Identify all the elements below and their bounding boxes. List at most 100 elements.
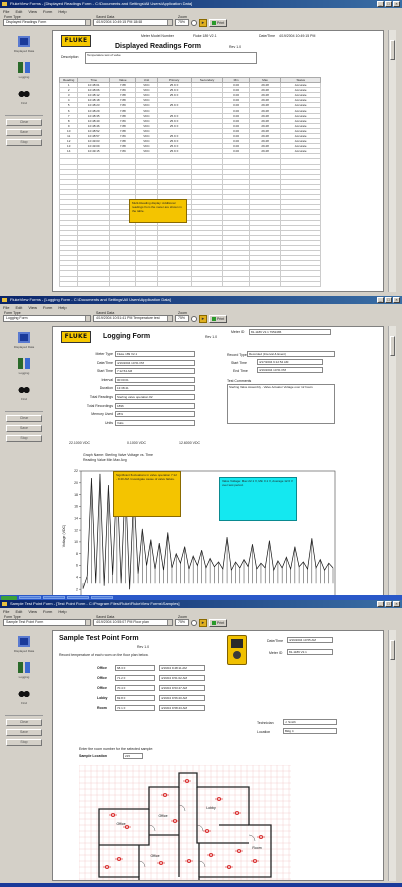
close-button[interactable]: × (393, 601, 400, 607)
close-button[interactable]: × (393, 1, 400, 7)
displayed-data-button[interactable]: Displayed Data (5, 329, 43, 351)
next-record-icon[interactable]: ▸ (199, 314, 207, 323)
print-button[interactable]: Print (209, 314, 228, 323)
record-type-field[interactable]: Recorded (Interval & Event) (247, 351, 335, 357)
logging-button[interactable]: Logging (5, 355, 43, 377)
maximize-button[interactable]: □ (385, 1, 392, 7)
close-button[interactable]: × (393, 297, 400, 303)
print-button[interactable]: Print (209, 618, 228, 627)
minimize-button[interactable]: _ (377, 601, 384, 607)
point-value-field[interactable]: 68.3 F (115, 665, 155, 671)
empty-table-row[interactable] (58, 280, 321, 287)
form-type-select[interactable]: Sample Test Point Form (3, 619, 91, 626)
point-time-field[interactable]: 4/19/04 9:58:43 AM (159, 705, 205, 711)
end-time-field[interactable]: 4/19/2004 10:51 PM (257, 367, 323, 373)
date-field[interactable]: 4/19/2004 10:55 AM (287, 637, 333, 643)
logging-button[interactable]: Logging (5, 59, 43, 81)
zoom-select[interactable]: 75% (175, 619, 189, 626)
sample-location-field[interactable]: 215 (123, 753, 143, 759)
menu-edit[interactable]: Edit (15, 304, 22, 311)
menu-view[interactable]: View (28, 608, 37, 615)
save-button[interactable]: Save (6, 425, 42, 432)
taskbar-item[interactable] (91, 596, 113, 599)
point-time-field[interactable]: 4/19/04 9:56:20 AM (159, 695, 205, 701)
magnifier-icon[interactable] (191, 315, 197, 322)
info-field[interactable]: Volts (115, 419, 195, 426)
scroll-thumb[interactable] (390, 640, 395, 660)
menu-file[interactable]: File (3, 8, 9, 15)
menu-view[interactable]: View (28, 8, 37, 15)
point-value-field[interactable]: 69.8 F (115, 695, 155, 701)
start-button[interactable] (1, 595, 17, 600)
minimize-button[interactable]: _ (377, 1, 384, 7)
displayed-data-button[interactable]: Displayed Data (5, 633, 43, 655)
menu-file[interactable]: File (3, 304, 9, 311)
point-value-field[interactable]: 70.4 F (115, 685, 155, 691)
stop-button[interactable]: Stop (6, 139, 42, 146)
info-field[interactable]: 00:00:01 (115, 376, 195, 383)
location-field[interactable]: Bldg 4 (283, 728, 337, 734)
description-field[interactable]: Temperature test of valve (85, 52, 257, 64)
info-field[interactable]: Fluke 189 V2.1 (115, 351, 195, 357)
menu-view[interactable]: View (28, 304, 37, 311)
point-time-field[interactable]: 4/19/04 9:51:02 AM (159, 675, 205, 681)
print-button[interactable]: Print (209, 18, 228, 27)
vertical-scrollbar[interactable] (388, 326, 396, 596)
stop-button[interactable]: Stop (6, 435, 42, 442)
clear-button[interactable]: Clear (6, 719, 42, 726)
taskbar-item[interactable] (67, 596, 89, 599)
save-button[interactable]: Save (6, 129, 42, 136)
meter-id-field[interactable]: 81-1189 V2.1 7952486 (249, 329, 331, 335)
menu-help[interactable]: Help (58, 608, 66, 615)
form-type-select[interactable]: Displayed Readings Form (3, 19, 91, 26)
info-field[interactable]: 28% (115, 411, 195, 418)
save-button[interactable]: Save (6, 729, 42, 736)
maximize-button[interactable]: □ (385, 297, 392, 303)
find-button[interactable]: Find (5, 685, 43, 707)
stop-button[interactable]: Stop (6, 739, 42, 746)
point-time-field[interactable]: 4/19/04 9:53:47 AM (159, 685, 205, 691)
vertical-scrollbar[interactable] (388, 30, 396, 292)
info-field[interactable]: 13:38:41 (115, 385, 195, 392)
saved-data-select[interactable]: 4/19/2004 10:55:07 PM Floor plan (93, 619, 173, 626)
menu-form[interactable]: Form (43, 608, 52, 615)
menu-help[interactable]: Help (58, 8, 66, 15)
minimize-button[interactable]: _ (377, 297, 384, 303)
taskbar-item[interactable] (43, 596, 65, 599)
info-field[interactable]: 7:12:54 AM (115, 368, 195, 375)
saved-data-select[interactable]: 4/19/2004 10:51:41 PM Temperature test (93, 315, 173, 322)
magnifier-icon[interactable] (191, 619, 197, 626)
point-time-field[interactable]: 4/19/04 9:48:11 AM (159, 665, 205, 671)
point-value-field[interactable]: 71.2 F (115, 675, 155, 681)
next-record-icon[interactable]: ▸ (199, 18, 207, 27)
vertical-scrollbar[interactable] (388, 630, 396, 881)
clear-button[interactable]: Clear (6, 119, 42, 126)
form-type-select[interactable]: Logging Form (3, 315, 91, 322)
point-value-field[interactable]: 72.1 F (115, 705, 155, 711)
maximize-button[interactable]: □ (385, 601, 392, 607)
info-field[interactable]: 4/19/2004 10:51 PM (115, 359, 195, 366)
saved-data-select[interactable]: 4/19/2004 10:49:15 PM 18/48 (93, 19, 173, 26)
meter-id-field[interactable]: 81-1189 V2.1 (287, 649, 333, 655)
start-time-field[interactable]: 4/17/2004 9:12:54 AM (257, 359, 323, 365)
magnifier-icon[interactable] (191, 19, 197, 26)
scroll-thumb[interactable] (390, 40, 395, 60)
technician-field[interactable]: J. Smith (283, 719, 337, 725)
menu-edit[interactable]: Edit (15, 608, 22, 615)
menu-form[interactable]: Form (43, 304, 52, 311)
menu-help[interactable]: Help (58, 304, 66, 311)
displayed-data-button[interactable]: Displayed Data (5, 33, 43, 55)
scroll-thumb[interactable] (390, 336, 395, 356)
zoom-select[interactable]: 75% (175, 315, 189, 322)
logging-button[interactable]: Logging (5, 659, 43, 681)
find-button[interactable]: Find (5, 85, 43, 107)
test-comments-field[interactable]: Sterling Valve Assembly - Valve Actuator… (227, 384, 335, 424)
menu-file[interactable]: File (3, 608, 9, 615)
clear-button[interactable]: Clear (6, 415, 42, 422)
menu-form[interactable]: Form (43, 8, 52, 15)
info-field[interactable]: Sterling valve operation #2 (115, 394, 195, 400)
info-field[interactable]: 1896 (115, 402, 195, 409)
zoom-select[interactable]: 75% (175, 19, 189, 26)
menu-edit[interactable]: Edit (15, 8, 22, 15)
find-button[interactable]: Find (5, 381, 43, 403)
